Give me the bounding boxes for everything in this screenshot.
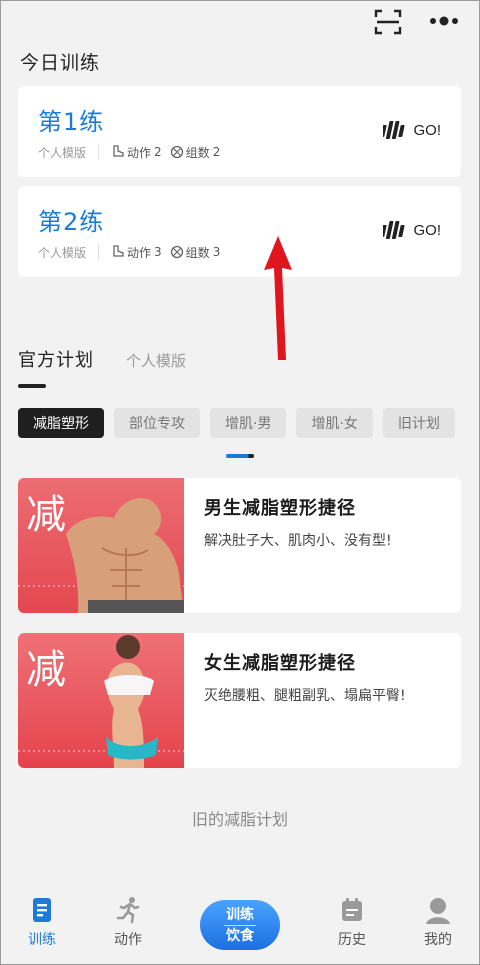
session-card-1[interactable]: 第1练 个人模版 动作 2 组数 2 GO! (18, 86, 461, 177)
chip-body-part[interactable]: 部位专攻 (114, 408, 200, 438)
meta-divider (98, 245, 100, 259)
meta-divider (98, 145, 100, 159)
center-divider (224, 925, 256, 926)
dumbbell-icon (383, 121, 406, 139)
calendar-icon (342, 898, 362, 921)
chips-scroll-indicator (226, 454, 254, 458)
running-person-icon (116, 897, 140, 924)
nav-train-diet-center-button[interactable]: 训练 饮食 (200, 900, 280, 950)
category-chips: 减脂塑形 部位专攻 增肌·男 增肌·女 旧计划 (18, 408, 460, 440)
thumb-char: 减 (26, 492, 66, 538)
top-bar (0, 0, 480, 46)
plan-title: 女生减脂塑形捷径 (204, 653, 356, 674)
plan-thumbnail-male: 减 (18, 478, 184, 613)
chip-old-plans[interactable]: 旧计划 (382, 408, 455, 438)
plan-description: 解决肚子大、肌肉小、没有型! (204, 533, 392, 549)
go-button[interactable]: GO! (383, 219, 441, 241)
session-meta: 个人模版 动作 3 组数 3 (38, 243, 220, 261)
tab-official-plans[interactable]: 官方计划 (18, 346, 94, 372)
tab-personal-templates[interactable]: 个人模版 (126, 350, 186, 371)
nav-mine[interactable]: 我的 (408, 896, 468, 949)
chip-fat-loss[interactable]: 减脂塑形 (18, 408, 104, 438)
nav-train[interactable]: 训练 (12, 896, 72, 949)
plan-thumbnail-female: 减 (18, 633, 184, 768)
old-fat-loss-plans-link[interactable]: 旧的减脂计划 (0, 806, 480, 830)
thumb-char: 减 (26, 647, 66, 693)
chip-muscle-male[interactable]: 增肌·男 (210, 408, 287, 438)
sets-icon (170, 145, 183, 159)
plan-card-female[interactable]: 减 女生减脂塑形捷径 灭绝腰粗、腿粗副乳、塌扁平臀! (18, 633, 461, 768)
session-source: 个人模版 (38, 245, 87, 260)
scan-icon[interactable] (374, 8, 402, 36)
document-icon (33, 898, 51, 922)
actions-count: 动作 3 (111, 244, 162, 261)
shoe-icon (113, 145, 124, 157)
session-meta: 个人模版 动作 2 组数 2 (38, 143, 220, 161)
shoe-icon (113, 245, 124, 257)
plan-card-male[interactable]: 减 男生减脂塑形捷径 解决肚子大、肌肉小、没有型! (18, 478, 461, 613)
plan-title: 男生减脂塑形捷径 (204, 498, 356, 519)
tab-underline (18, 384, 46, 388)
session-source: 个人模版 (38, 145, 87, 160)
session-title: 第1练 (38, 108, 105, 136)
nav-action[interactable]: 动作 (98, 896, 158, 949)
red-arrow-annotation (264, 236, 292, 360)
sets-count: 组数 3 (170, 244, 220, 261)
user-icon (426, 898, 450, 924)
plan-description: 灭绝腰粗、腿粗副乳、塌扁平臀! (204, 688, 406, 704)
nav-history[interactable]: 历史 (322, 896, 382, 949)
dumbbell-icon (383, 221, 406, 239)
sets-icon (170, 245, 183, 259)
session-title: 第2练 (38, 208, 105, 236)
go-button[interactable]: GO! (383, 119, 441, 141)
bottom-nav: 训练 动作 训练 饮食 历史 我的 (0, 888, 480, 964)
sets-count: 组数 2 (170, 144, 220, 161)
chip-muscle-female[interactable]: 增肌·女 (296, 408, 373, 438)
today-training-title: 今日训练 (20, 52, 101, 74)
session-card-2[interactable]: 第2练 个人模版 动作 3 组数 3 GO! (18, 186, 461, 277)
more-icon[interactable] (428, 12, 460, 30)
actions-count: 动作 2 (111, 144, 162, 161)
